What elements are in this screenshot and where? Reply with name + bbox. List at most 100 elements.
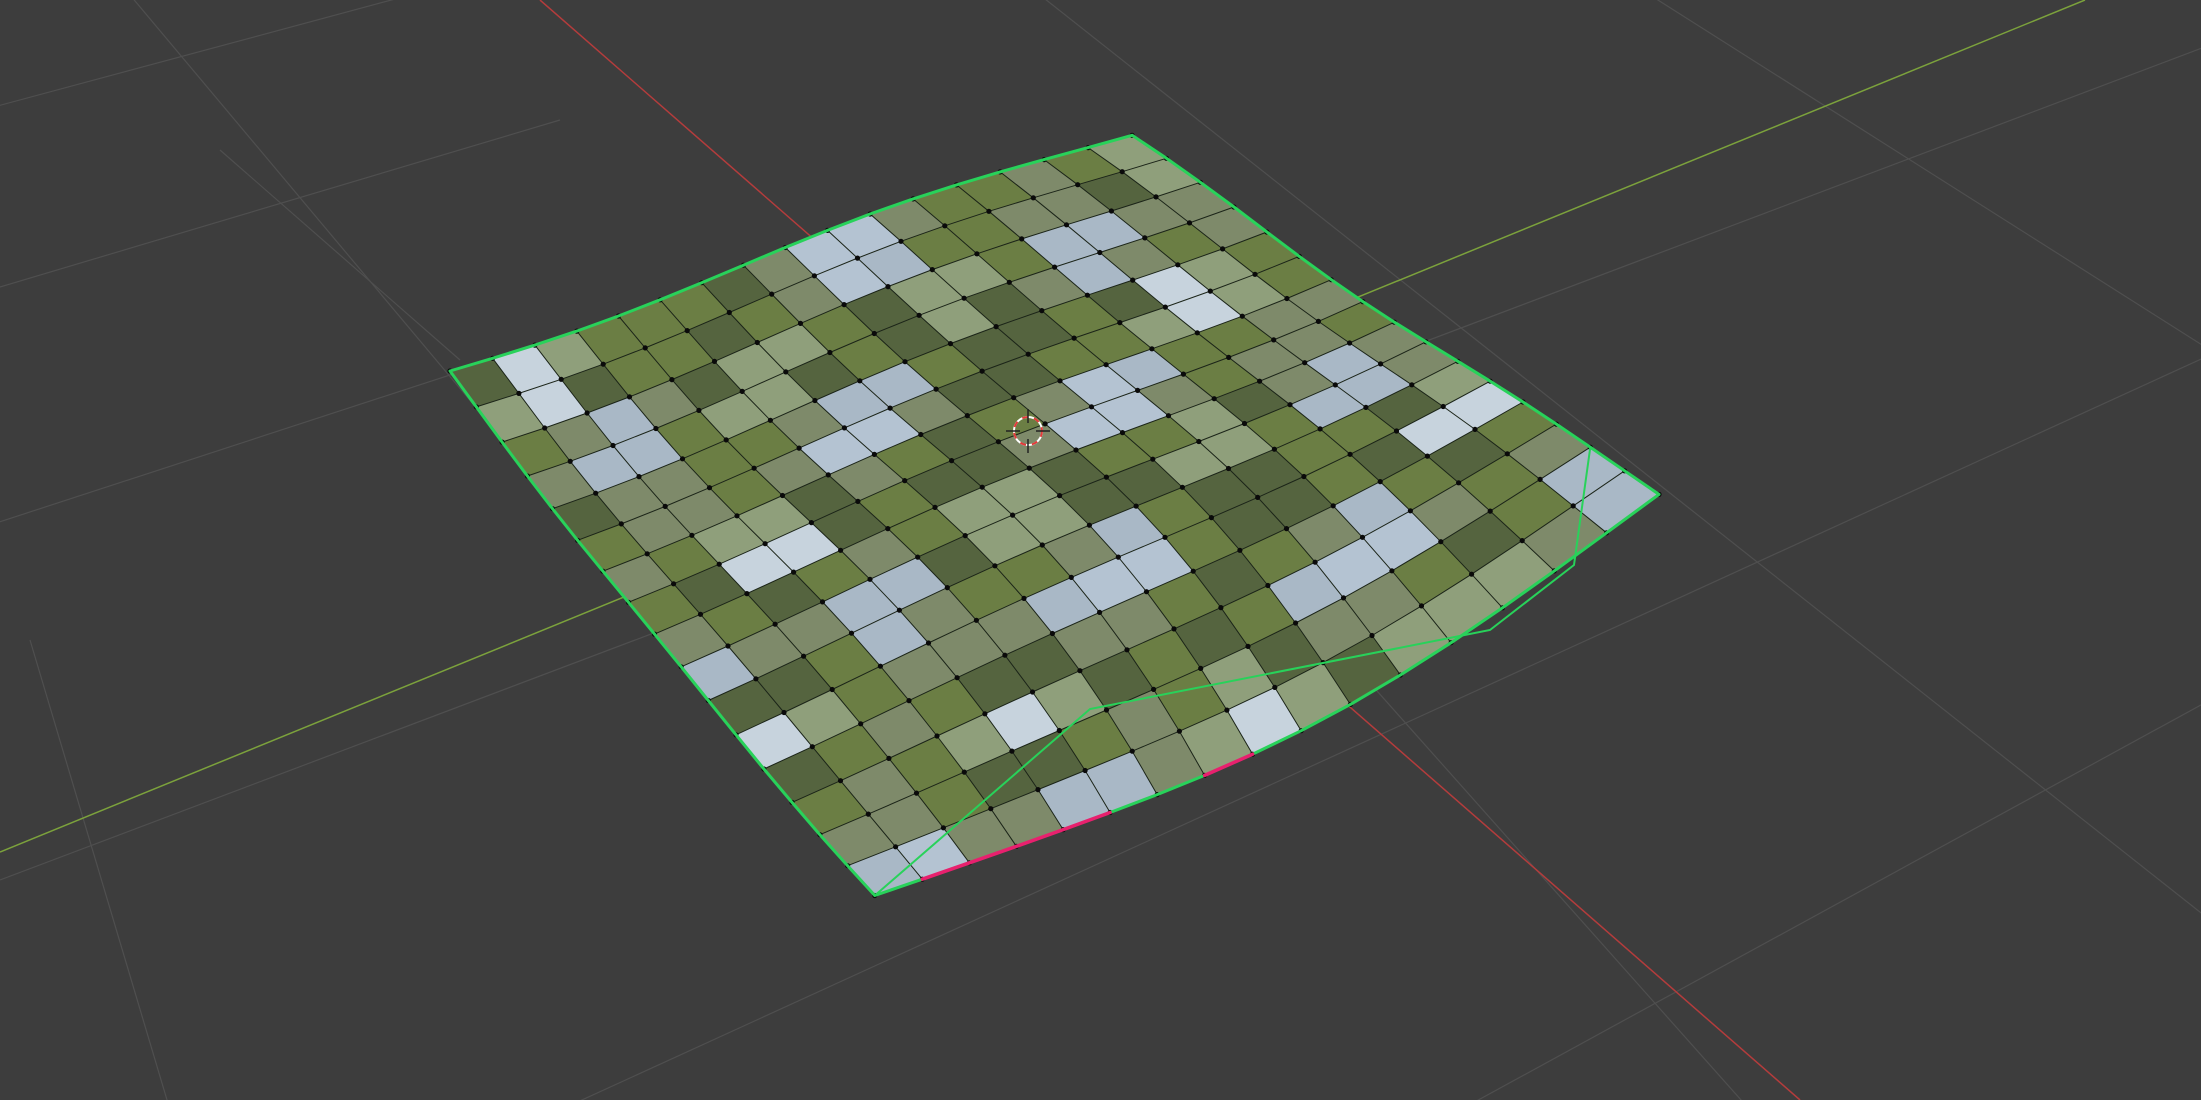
mesh-vertex[interactable] (1301, 473, 1307, 480)
mesh-vertex[interactable] (1272, 684, 1278, 691)
mesh-vertex[interactable] (1153, 194, 1159, 200)
mesh-vertex[interactable] (877, 663, 884, 669)
mesh-vertex[interactable] (1440, 403, 1446, 410)
mesh-vertex[interactable] (829, 686, 835, 693)
mesh-vertex[interactable] (961, 295, 967, 301)
mesh-vertex[interactable] (857, 378, 863, 384)
mesh-vertex[interactable] (679, 456, 686, 462)
mesh-vertex[interactable] (819, 599, 826, 605)
mesh-vertex[interactable] (1097, 249, 1103, 256)
mesh-vertex[interactable] (837, 778, 844, 784)
mesh-vertex[interactable] (916, 312, 922, 318)
mesh-vertex[interactable] (779, 492, 786, 499)
mesh-vertex[interactable] (1142, 235, 1148, 241)
mesh-vertex[interactable] (886, 755, 892, 762)
mesh-vertex[interactable] (961, 769, 967, 775)
mesh-vertex[interactable] (1284, 295, 1290, 302)
mesh-vertex[interactable] (1019, 236, 1025, 242)
mesh-vertex[interactable] (1225, 465, 1232, 472)
mesh-vertex[interactable] (1165, 413, 1172, 419)
mesh-vertex[interactable] (744, 591, 750, 597)
mesh-vertex[interactable] (542, 425, 548, 431)
mesh-vertex[interactable] (1002, 652, 1008, 658)
mesh-vertex[interactable] (734, 513, 740, 519)
mesh-vertex[interactable] (1359, 534, 1366, 540)
mesh-vertex[interactable] (902, 359, 908, 365)
mesh-vertex[interactable] (1265, 582, 1271, 589)
mesh-vertex[interactable] (723, 437, 729, 443)
mesh-vertex[interactable] (1194, 330, 1200, 336)
mesh-vertex[interactable] (865, 811, 871, 817)
mesh-vertex[interactable] (995, 439, 1002, 445)
mesh-vertex[interactable] (783, 369, 789, 375)
mesh-vertex[interactable] (1077, 668, 1083, 674)
mesh-vertex[interactable] (1271, 337, 1277, 343)
mesh-vertex[interactable] (1006, 279, 1012, 285)
mesh-vertex[interactable] (1063, 222, 1070, 228)
mesh-vertex[interactable] (791, 569, 797, 575)
mesh-vertex[interactable] (1119, 430, 1126, 436)
mesh-vertex[interactable] (992, 563, 998, 569)
mesh-vertex[interactable] (841, 302, 847, 308)
mesh-vertex[interactable] (1175, 262, 1181, 268)
mesh-vertex[interactable] (1086, 522, 1092, 528)
mesh-vertex[interactable] (1252, 271, 1258, 277)
mesh-vertex[interactable] (662, 503, 668, 509)
mesh-vertex[interactable] (1179, 484, 1185, 490)
mesh-vertex[interactable] (982, 711, 988, 717)
mesh-vertex[interactable] (1143, 589, 1150, 595)
mesh-vertex[interactable] (1226, 354, 1232, 360)
mesh-vertex[interactable] (1389, 568, 1395, 574)
mesh-vertex[interactable] (1115, 554, 1121, 560)
3d-viewport[interactable] (0, 0, 2201, 1100)
mesh-vertex[interactable] (1103, 474, 1109, 480)
mesh-vertex[interactable] (684, 328, 690, 334)
mesh-vertex[interactable] (1469, 571, 1475, 577)
mesh-vertex[interactable] (993, 324, 999, 330)
mesh-vertex[interactable] (1056, 727, 1062, 734)
mesh-vertex[interactable] (918, 431, 924, 438)
mesh-vertex[interactable] (893, 844, 899, 850)
mesh-vertex[interactable] (1176, 728, 1182, 734)
mesh-vertex[interactable] (915, 554, 921, 560)
mesh-vertex[interactable] (1075, 182, 1081, 188)
mesh-vertex[interactable] (516, 390, 522, 396)
mesh-vertex[interactable] (841, 425, 848, 431)
mesh-vertex[interactable] (636, 474, 642, 480)
mesh-vertex[interactable] (942, 223, 948, 229)
mesh-vertex[interactable] (887, 405, 893, 411)
mesh-vertex[interactable] (1039, 542, 1045, 548)
mesh-vertex[interactable] (1302, 360, 1308, 366)
mesh-vertex[interactable] (1190, 568, 1196, 574)
mesh-vertex[interactable] (1237, 547, 1243, 553)
mesh-vertex[interactable] (913, 790, 920, 796)
mesh-vertex[interactable] (1025, 351, 1031, 357)
mesh-vertex[interactable] (1135, 387, 1141, 393)
mesh-vertex[interactable] (1162, 534, 1168, 540)
mesh-vertex[interactable] (762, 541, 768, 547)
mesh-vertex[interactable] (1487, 508, 1493, 514)
mesh-vertex[interactable] (1208, 515, 1214, 521)
mesh-vertex[interactable] (986, 208, 992, 214)
mesh-vertex[interactable] (979, 368, 985, 374)
mesh-vertex[interactable] (848, 630, 855, 636)
mesh-vertex[interactable] (934, 733, 940, 739)
mesh-vertex[interactable] (1271, 446, 1277, 452)
mesh-vertex[interactable] (1218, 605, 1224, 611)
mesh-vertex[interactable] (1220, 246, 1226, 252)
mesh-vertex[interactable] (1057, 378, 1063, 384)
mesh-vertex[interactable] (867, 576, 873, 582)
mesh-vertex[interactable] (711, 358, 718, 364)
mesh-vertex[interactable] (1347, 340, 1353, 346)
mesh-vertex[interactable] (1057, 493, 1063, 499)
mesh-vertex[interactable] (1315, 318, 1321, 324)
mesh-vertex[interactable] (584, 410, 590, 416)
mesh-vertex[interactable] (689, 532, 695, 538)
mesh-vertex[interactable] (1393, 428, 1400, 434)
mesh-vertex[interactable] (644, 551, 650, 557)
mesh-vertex[interactable] (1068, 574, 1074, 581)
mesh-vertex[interactable] (1029, 689, 1036, 695)
mesh-vertex[interactable] (1438, 539, 1444, 545)
mesh-vertex[interactable] (1039, 308, 1045, 314)
mesh-vertex[interactable] (1239, 313, 1245, 319)
